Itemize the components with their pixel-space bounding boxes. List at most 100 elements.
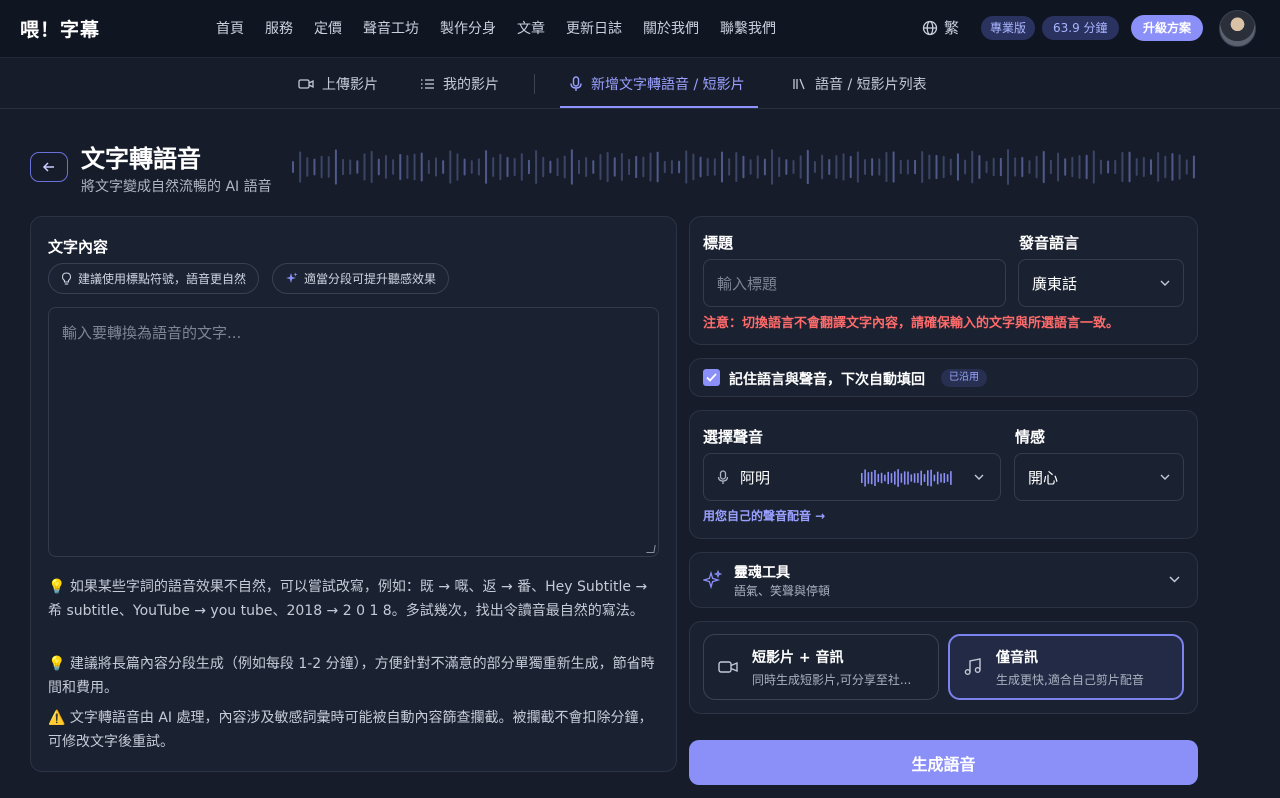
wave-bar [456,153,459,181]
language-warning: 注意：切換語言不會翻譯文字內容，請確保輸入的文字與所選語言一致。 [703,316,1120,331]
remember-label[interactable]: 記住語言與聲音，下次自動填回 [729,369,925,389]
wave-bar [563,155,566,179]
voice-select[interactable]: 阿明 [703,453,1001,501]
moderation-warning: ⚠️ 文字轉語音由 AI 處理，內容涉及敏感詞彙時可能被自動內容篩查攔截。被攔截… [48,710,653,750]
mic-icon [570,76,582,91]
wave-bar [785,159,788,175]
wave-bar [999,157,1002,177]
nav-item-pricing[interactable]: 定價 [314,18,342,38]
wave-bar [706,157,709,177]
wave-bar [513,157,516,177]
wave-bar [642,156,645,178]
mic-icon [717,469,729,484]
wave-bar [570,149,573,185]
wave-bar [1064,158,1067,176]
wave-bar [349,159,352,175]
mode-title: 僅音訊 [996,649,1038,666]
language-select[interactable]: 廣東話 [1018,259,1184,307]
mini-wave-bar [907,471,909,485]
soul-tools-subtitle: 語氣、笑聲與停頓 [734,584,831,598]
lightbulb-icon [61,272,72,285]
remember-checkbox[interactable] [703,369,720,386]
wave-bar [670,159,673,175]
wave-bar [649,152,652,182]
custom-voice-link[interactable]: 用您自己的聲音配音 → [703,507,825,524]
tab-audio-list[interactable]: 語音 / 短影片列表 [792,74,927,94]
resize-handle[interactable] [646,545,656,553]
wave-bar [842,153,845,181]
nav-item-changelog[interactable]: 更新日誌 [566,18,622,38]
nav-item-about[interactable]: 關於我們 [643,18,699,38]
tab-label: 我的影片 [443,77,499,93]
app-logo[interactable]: 喂！字幕 [20,15,100,42]
wave-bar [1021,156,1024,178]
voice-waveform-icon [861,469,952,487]
tab-upload-video[interactable]: 上傳影片 [298,74,378,94]
wave-bar [949,158,952,176]
wave-bar [470,160,473,174]
generate-audio-button[interactable]: 生成語音 [689,740,1198,785]
mini-wave-bar [900,473,903,483]
decorative-waveform [292,149,1195,185]
soul-tools-title: 靈魂工具 [734,565,790,581]
tab-new-tts[interactable]: 新增文字轉語音 / 短影片 [569,74,745,94]
mini-wave-bar [903,471,906,485]
wave-bar [856,151,859,183]
wave-bar [685,150,688,184]
wave-bar [749,159,752,175]
nav-item-home[interactable]: 首頁 [216,18,244,38]
language-value: 廣東話 [1032,274,1078,293]
title-placeholder: 輸入標題 [717,274,778,293]
wave-bar [1078,155,1081,179]
title-input[interactable]: 輸入標題 [703,259,1006,307]
nav-item-articles[interactable]: 文章 [517,18,545,38]
language-switcher[interactable]: 繁 [922,17,959,38]
wave-bar [556,157,559,177]
wave-bar [1035,155,1038,179]
mini-wave-bar [940,473,942,483]
mini-wave-bar [936,471,939,485]
wave-bar [978,154,981,180]
wave-bar [327,156,330,178]
mode-desc: 生成更快,適合自己剪片配音 [996,672,1144,687]
mini-wave-bar [943,472,946,484]
mini-wave-bar [950,471,952,485]
upgrade-button[interactable]: 升級方案 [1131,15,1204,41]
mini-wave-bar [870,471,873,485]
wave-bar [1007,149,1009,185]
emotion-select[interactable]: 開心 [1014,453,1184,501]
wave-bar [535,150,538,184]
wave-bar [792,159,795,175]
wave-bar [628,158,631,176]
chevron-down-icon [1160,474,1170,480]
voice-label: 選擇聲音 [703,428,764,446]
wave-bar [420,152,423,182]
wave-bar [1099,159,1102,175]
sub-navbar: 上傳影片 我的影片 新增文字轉語音 / 短影片 語音 / 短影片列表 [0,59,1280,109]
nav-item-contact[interactable]: 聯繫我們 [720,18,776,38]
mode-audio-only[interactable]: 僅音訊 生成更快,適合自己剪片配音 [948,634,1184,700]
tab-my-videos[interactable]: 我的影片 [420,74,499,94]
wave-bar [806,149,809,185]
wave-bar [435,157,437,177]
text-content-textarea[interactable]: 輸入要轉換為語音的文字... [48,307,659,557]
wave-bar [1185,159,1188,175]
wave-bar [799,155,802,179]
mode-video-audio[interactable]: 短影片 + 音訊 同時生成短影片,可分享至社... [703,634,939,700]
nav-item-services[interactable]: 服務 [265,18,293,38]
wave-bar [463,158,466,176]
wave-bar [699,156,702,178]
back-button[interactable] [30,152,68,182]
emotion-value: 開心 [1028,468,1059,487]
mini-wave-bar [894,471,896,485]
avatar[interactable] [1219,10,1256,47]
chevron-down-icon [1160,280,1170,286]
nav-item-voice-studio[interactable]: 聲音工坊 [363,18,419,38]
mini-wave-bar [874,469,876,487]
wave-bar [678,160,681,174]
wave-bar [878,158,881,176]
wave-bar [849,155,852,179]
nav-item-avatar[interactable]: 製作分身 [440,18,496,38]
wave-bar [1171,153,1174,181]
wave-bar [549,160,552,174]
